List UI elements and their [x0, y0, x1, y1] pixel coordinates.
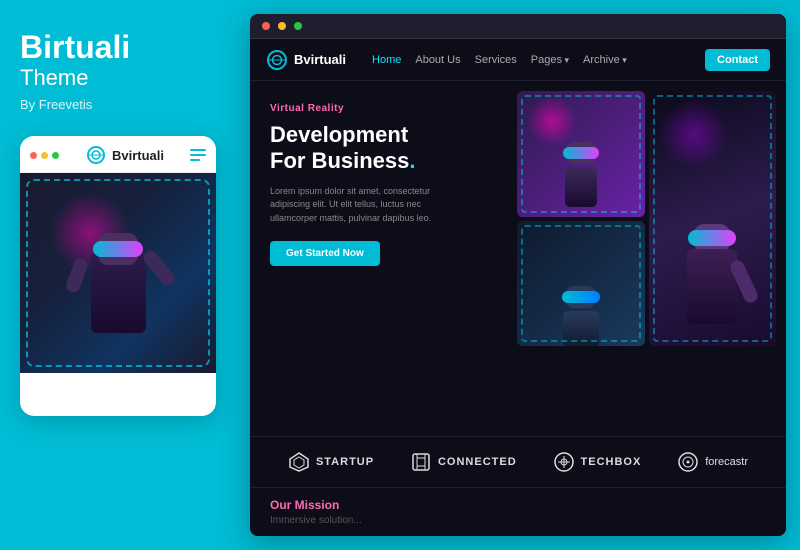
brand-heading: Birtuali Theme By Freevetis	[20, 30, 130, 136]
browser-dot-yellow	[278, 22, 286, 30]
nav-link-home[interactable]: Home	[372, 54, 401, 66]
hero-content: Virtual Reality Development For Business…	[250, 81, 507, 436]
hero-tag: Virtual Reality	[270, 103, 487, 114]
brand-connected: CONNECTED	[410, 451, 517, 473]
techbox-label: TECHBOX	[581, 456, 642, 468]
menu-line-2	[190, 154, 206, 156]
by-line: By Freevetis	[20, 97, 130, 112]
mobile-dot-green	[52, 152, 59, 159]
nav-links: Home About Us Services Pages Archive	[372, 54, 689, 66]
nav-logo: Bvirtuali	[266, 49, 346, 71]
mobile-window-dots	[30, 152, 59, 159]
desktop-navbar: Bvirtuali Home About Us Services Pages A…	[250, 39, 786, 81]
mobile-hero-image	[20, 173, 216, 373]
mobile-mockup: Bvirtuali	[20, 136, 216, 416]
hero-image-3	[517, 221, 644, 347]
mobile-logo-text: Bvirtuali	[112, 148, 164, 163]
brand-subtitle: Theme	[20, 65, 130, 91]
mobile-menu-icon[interactable]	[190, 149, 206, 161]
hero-title-dot: .	[409, 148, 415, 173]
brands-strip: STARTUP CONNECTED	[250, 436, 786, 487]
startup-label: STARTUP	[316, 456, 374, 468]
brand-forecastr: forecastr	[677, 451, 748, 473]
mission-subtitle: Immersive solution...	[270, 515, 766, 526]
mission-strip: Our Mission Immersive solution...	[250, 487, 786, 536]
nav-contact-button[interactable]: Contact	[705, 49, 770, 71]
browser-chrome	[250, 14, 786, 39]
menu-line-3	[190, 159, 200, 161]
mobile-logo-row: Bvirtuali	[85, 144, 164, 166]
brand-title: Birtuali	[20, 30, 130, 65]
browser-dot-red	[262, 22, 270, 30]
hero-description: Lorem ipsum dolor sit amet, consectetur …	[270, 185, 470, 226]
connected-label: CONNECTED	[438, 456, 517, 468]
hero-images-grid	[507, 81, 786, 356]
mobile-header: Bvirtuali	[20, 136, 216, 173]
hero-section: Virtual Reality Development For Business…	[250, 81, 786, 436]
mission-title: Our Mission	[270, 498, 766, 512]
nav-link-about[interactable]: About Us	[415, 54, 460, 66]
forecastr-label: forecastr	[705, 456, 748, 468]
nav-logo-icon	[266, 49, 288, 71]
nav-link-pages[interactable]: Pages	[531, 54, 569, 66]
hero-title-line2: For Business	[270, 148, 409, 173]
desktop-mockup: Bvirtuali Home About Us Services Pages A…	[250, 14, 786, 536]
nav-link-archive[interactable]: Archive	[583, 54, 627, 66]
nav-logo-text: Bvirtuali	[294, 52, 346, 67]
forecastr-icon	[677, 451, 699, 473]
startup-icon	[288, 451, 310, 473]
connected-icon	[410, 451, 432, 473]
left-panel: Birtuali Theme By Freevetis Bvirtuali	[0, 0, 240, 550]
browser-dot-green	[294, 22, 302, 30]
hero-image-1	[517, 91, 644, 217]
hero-title-line1: Development	[270, 122, 408, 147]
hero-image-2	[649, 91, 776, 346]
techbox-icon	[553, 451, 575, 473]
brand-techbox: TECHBOX	[553, 451, 642, 473]
nav-link-services[interactable]: Services	[475, 54, 517, 66]
mobile-logo-icon	[85, 144, 107, 166]
menu-line-1	[190, 149, 206, 151]
hero-title: Development For Business.	[270, 122, 487, 175]
right-panel: Bvirtuali Home About Us Services Pages A…	[240, 0, 800, 550]
brand-startup: STARTUP	[288, 451, 374, 473]
hero-cta-button[interactable]: Get Started Now	[270, 241, 380, 266]
mobile-dot-yellow	[41, 152, 48, 159]
mobile-dot-red	[30, 152, 37, 159]
